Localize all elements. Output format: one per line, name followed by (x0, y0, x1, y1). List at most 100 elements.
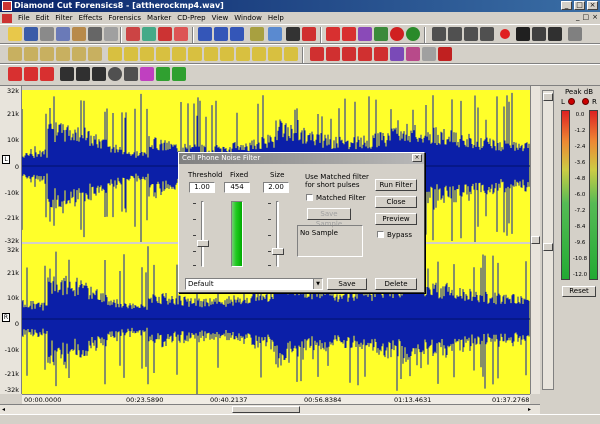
master-volume-thumb[interactable] (543, 93, 553, 101)
bowtie-icon[interactable] (140, 67, 154, 81)
marker-flag-icon[interactable] (24, 67, 38, 81)
lips-icon[interactable] (438, 47, 452, 61)
compress-icon[interactable] (204, 47, 218, 61)
menu-marker[interactable]: Marker (144, 12, 174, 24)
rewind-icon[interactable] (448, 27, 462, 41)
filter-notch-icon[interactable] (56, 47, 70, 61)
menu-file[interactable]: File (15, 12, 33, 24)
analysis-icon[interactable] (172, 67, 186, 81)
face-icon[interactable] (286, 27, 300, 41)
dehiss-icon[interactable] (140, 47, 154, 61)
menu-view[interactable]: View (209, 12, 232, 24)
filter-highpass-icon[interactable] (24, 47, 38, 61)
clip-indicator-left-icon[interactable] (568, 98, 575, 105)
preset-delete-button[interactable]: Delete (375, 278, 417, 290)
clock-icon[interactable] (108, 67, 122, 81)
right-channel-marker[interactable]: R (2, 313, 10, 322)
fast-forward-icon[interactable] (464, 27, 478, 41)
cut-icon[interactable] (40, 27, 54, 41)
meter-icon[interactable] (76, 67, 90, 81)
vertical-zoom-bar[interactable] (530, 86, 540, 394)
cd-icon[interactable] (390, 27, 404, 41)
horizontal-scrollbar[interactable]: ◂ ▸ (0, 404, 540, 414)
save-sample-button[interactable]: Save Sample (307, 208, 351, 228)
menu-help[interactable]: Help (265, 12, 287, 24)
size-value-field[interactable]: 2.00 (263, 182, 289, 193)
adaptive-icon[interactable] (342, 47, 356, 61)
declick-icon[interactable] (108, 47, 122, 61)
doc-minimize-button[interactable]: _ (576, 13, 580, 21)
snap-icon[interactable] (124, 67, 138, 81)
denoise-icon[interactable] (172, 47, 186, 61)
pencil-icon[interactable] (126, 27, 140, 41)
threshold-slider-thumb[interactable] (197, 240, 209, 247)
select-icon[interactable] (198, 27, 212, 41)
record-icon[interactable] (500, 29, 510, 39)
help-icon[interactable] (104, 27, 118, 41)
limit-icon[interactable] (236, 47, 250, 61)
waveform-icon[interactable] (374, 47, 388, 61)
menu-edit[interactable]: Edit (33, 12, 53, 24)
skip-back-icon[interactable] (432, 27, 446, 41)
save-icon[interactable] (24, 27, 38, 41)
tool-icon[interactable] (422, 47, 436, 61)
threshold-value-field[interactable]: 1.00 (189, 182, 215, 193)
open-icon[interactable] (8, 27, 22, 41)
voice-icon[interactable] (358, 47, 372, 61)
preview-button[interactable]: Preview (375, 213, 417, 225)
filter-bandpass-icon[interactable] (40, 47, 54, 61)
spectral-icon[interactable] (326, 47, 340, 61)
disc-icon[interactable] (406, 27, 420, 41)
speaker-icon[interactable] (60, 67, 74, 81)
scroll-right-arrow-icon[interactable]: ▸ (528, 406, 536, 413)
doc-close-button[interactable]: × (592, 13, 598, 21)
echo-icon[interactable] (284, 47, 298, 61)
paste-icon[interactable] (72, 27, 86, 41)
document-icon[interactable] (2, 13, 12, 23)
reverb-icon[interactable] (268, 47, 282, 61)
threshold-slider-track[interactable] (201, 201, 204, 267)
left-channel-icon[interactable] (214, 27, 228, 41)
marker-range-icon[interactable] (40, 67, 54, 81)
marker-add-icon[interactable] (8, 67, 22, 81)
filter-shelf-icon[interactable] (72, 47, 86, 61)
volume-icon[interactable] (568, 27, 582, 41)
dialog-close-icon[interactable]: × (412, 154, 422, 162)
forensic-filter-icon[interactable] (310, 47, 324, 61)
decrackle-icon[interactable] (124, 47, 138, 61)
mix-icon[interactable] (358, 27, 372, 41)
left-channel-marker[interactable]: L (2, 155, 10, 164)
run-filter-button[interactable]: Run Filter (375, 179, 417, 191)
expand-icon[interactable] (220, 47, 234, 61)
menu-window[interactable]: Window (231, 12, 265, 24)
skip-forward-icon[interactable] (480, 27, 494, 41)
copy-icon[interactable] (56, 27, 70, 41)
highlight-icon[interactable] (302, 27, 316, 41)
declip-icon[interactable] (188, 47, 202, 61)
master-volume-thumb-2[interactable] (543, 243, 553, 251)
doc-restore-button[interactable]: □ (583, 13, 590, 21)
normalize-icon[interactable] (342, 27, 356, 41)
dehum-icon[interactable] (156, 47, 170, 61)
print-icon[interactable] (88, 27, 102, 41)
screen-icon[interactable] (92, 67, 106, 81)
meter-reset-button[interactable]: Reset (562, 286, 596, 297)
loop-icon[interactable] (326, 27, 340, 41)
stop-icon[interactable] (516, 27, 530, 41)
graph-icon[interactable] (268, 27, 282, 41)
size-slider-thumb[interactable] (272, 248, 284, 255)
scroll-left-arrow-icon[interactable]: ◂ (2, 406, 10, 413)
gain-icon[interactable] (390, 47, 404, 61)
timeline-ruler[interactable]: 00:00.0000 00:23.5890 00:40.2137 00:56.8… (22, 394, 530, 404)
minimize-button[interactable]: _ (561, 1, 572, 10)
chevron-down-icon[interactable]: ▼ (313, 279, 322, 289)
equalizer-icon[interactable] (250, 27, 264, 41)
gate-icon[interactable] (252, 47, 266, 61)
bypass-checkbox[interactable] (377, 231, 384, 238)
marker-icon[interactable] (142, 27, 156, 41)
menu-filter[interactable]: Filter (52, 12, 75, 24)
preset-select[interactable]: Default ▼ (185, 278, 323, 290)
horizontal-scroll-thumb[interactable] (232, 406, 300, 413)
size-slider-track[interactable] (276, 201, 279, 267)
play-icon[interactable] (532, 27, 546, 41)
